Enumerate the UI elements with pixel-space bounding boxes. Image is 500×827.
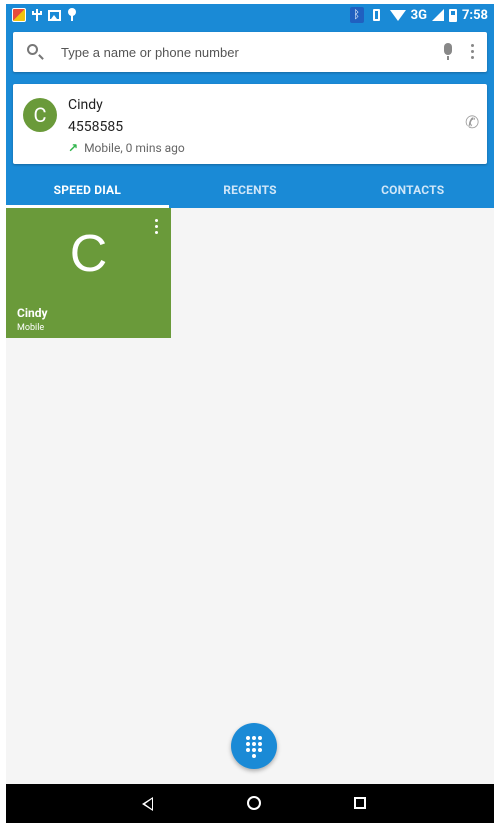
dialpad-icon	[246, 736, 262, 758]
more-options-icon[interactable]	[471, 44, 475, 60]
wifi-icon	[389, 9, 406, 21]
recent-call-info: ↗ Mobile, 0 mins ago	[68, 141, 185, 155]
contact-avatar[interactable]: C	[23, 98, 57, 132]
network-type: 3G	[410, 7, 427, 23]
speed-dial-type: Mobile	[17, 323, 45, 333]
search-input[interactable]	[61, 41, 421, 63]
dialer-tabs: SPEED DIAL RECENTS CONTACTS	[6, 176, 494, 208]
status-right-icons: ᛒ 3G 7:58	[349, 7, 488, 23]
tab-contacts[interactable]: CONTACTS	[331, 176, 494, 208]
search-icon	[27, 44, 38, 55]
usb-icon	[32, 8, 42, 22]
outgoing-call-icon: ↗	[68, 141, 79, 155]
dialpad-button[interactable]	[231, 723, 277, 769]
tab-recents[interactable]: RECENTS	[169, 176, 332, 208]
signal-icon	[431, 9, 444, 21]
status-left-icons	[12, 8, 77, 22]
recent-apps-icon[interactable]	[354, 797, 366, 809]
speed-dial-name: Cindy	[17, 306, 48, 320]
call-phone-icon[interactable]: ✆	[465, 114, 483, 132]
battery-icon	[448, 8, 457, 22]
recent-call-details: Mobile, 0 mins ago	[84, 141, 185, 155]
image-icon	[48, 9, 61, 21]
speed-dial-letter: C	[69, 225, 108, 283]
tile-more-options-icon[interactable]	[155, 219, 159, 237]
recent-call-card[interactable]: C Cindy 4558585 ↗ Mobile, 0 mins ago ✆	[13, 84, 487, 164]
bluetooth-icon: ᛒ	[349, 7, 364, 23]
status-bar: ᛒ 3G 7:58	[6, 4, 494, 28]
recent-contact-name: Cindy	[68, 97, 103, 113]
app-notification-icon	[12, 8, 26, 22]
microphone-icon[interactable]	[444, 43, 452, 60]
search-bar[interactable]	[13, 32, 487, 72]
dialer-screen: ᛒ 3G 7:58 C Cindy 4558585 ↗ Mobile, 0 mi…	[6, 4, 494, 823]
home-icon[interactable]	[247, 796, 261, 810]
back-icon[interactable]	[142, 797, 153, 811]
clock: 7:58	[461, 7, 488, 23]
speed-dial-tile[interactable]: C Cindy Mobile	[6, 208, 171, 338]
location-pin-icon	[67, 8, 77, 22]
vibrate-icon	[369, 9, 385, 21]
tab-speed-dial[interactable]: SPEED DIAL	[6, 176, 169, 208]
navigation-bar	[6, 784, 494, 823]
recent-contact-number: 4558585	[68, 119, 124, 135]
